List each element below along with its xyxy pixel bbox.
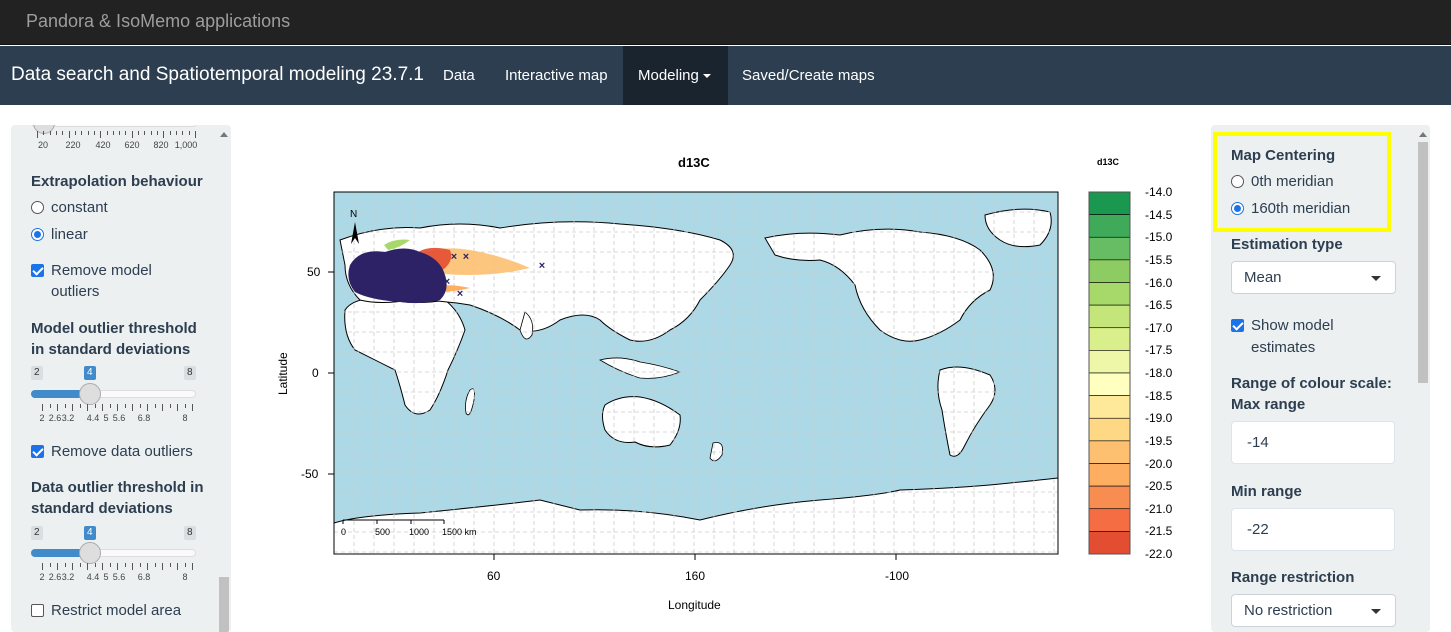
legend-swatch: [1088, 350, 1131, 374]
data-point-marker: ×: [463, 251, 469, 263]
y-tick-label: 0: [312, 366, 319, 380]
legend-label: -21.0: [1145, 501, 1173, 516]
legend-swatch: [1088, 214, 1131, 238]
north-arrow-label: N: [350, 209, 357, 220]
legend-swatch: [1088, 372, 1131, 396]
legend-label: -17.0: [1145, 320, 1173, 335]
legend-swatch: [1088, 463, 1131, 487]
data-point-marker: ×: [457, 288, 463, 300]
x-tick-label: 60: [487, 569, 501, 583]
data-point-marker: ×: [407, 289, 413, 301]
legend-label: -14.5: [1145, 207, 1173, 222]
legend-label: -18.0: [1145, 366, 1173, 380]
show-model-estimates-checkbox[interactable]: [1231, 319, 1244, 332]
legend-label: -20.5: [1145, 479, 1173, 494]
x-axis-label: Longitude: [668, 598, 721, 612]
max-range-input[interactable]: -14: [1231, 421, 1395, 464]
map-centering-highlight: [1213, 132, 1391, 232]
estimation-type-label: Estimation type: [1231, 236, 1343, 253]
scale-bar-label: 1500 km: [442, 527, 477, 537]
range-restriction-value: No restriction: [1244, 602, 1333, 619]
legend-label: -15.5: [1145, 252, 1173, 267]
max-range-label: Max range: [1231, 396, 1306, 413]
x-tick-label: 160: [685, 569, 706, 583]
range-restriction-label: Range restriction: [1231, 569, 1355, 586]
legend-label: -19.0: [1145, 411, 1173, 426]
legend-label: -22.0: [1145, 547, 1173, 561]
legend-label: -15.0: [1145, 230, 1173, 245]
legend-label: -19.5: [1145, 433, 1173, 448]
dropdown-arrow-icon: [1371, 276, 1381, 281]
scale-bar-label: 1000: [409, 527, 429, 537]
show-model-estimates-label[interactable]: Show model: [1251, 315, 1334, 336]
legend-swatch: [1088, 485, 1131, 510]
y-axis-label: Latitude: [276, 352, 290, 395]
y-tick-label: -50: [301, 467, 319, 481]
min-range-label: Min range: [1231, 483, 1302, 500]
legend-swatch: [1088, 395, 1131, 419]
legend-swatch: [1088, 259, 1131, 283]
right-scrollbar[interactable]: [1416, 125, 1430, 632]
estimation-type-select[interactable]: Mean: [1231, 261, 1396, 294]
min-range-input[interactable]: -22: [1231, 508, 1395, 551]
legend-label: -16.5: [1145, 298, 1173, 313]
scale-bar-label: 500: [375, 527, 390, 537]
legend-swatch: [1088, 531, 1131, 555]
legend-label: -20.0: [1145, 456, 1173, 471]
dropdown-arrow-icon: [1371, 609, 1381, 614]
y-tick-label: 50: [307, 265, 321, 279]
scale-bar-label: 0: [341, 527, 346, 537]
data-point-marker: ×: [539, 260, 545, 272]
show-model-estimates-label-2[interactable]: estimates: [1251, 337, 1315, 358]
legend-swatch: [1088, 304, 1131, 329]
legend-swatch: [1088, 282, 1131, 306]
x-tick-label: -100: [885, 569, 910, 583]
data-point-marker: ×: [451, 251, 457, 263]
legend-swatch: [1088, 327, 1131, 351]
legend-label: -17.5: [1145, 343, 1173, 358]
right-scrollbar-thumb[interactable]: [1418, 142, 1428, 383]
colour-scale-label: Range of colour scale:: [1231, 375, 1392, 392]
legend-label: -18.5: [1145, 388, 1173, 403]
range-restriction-select[interactable]: No restriction: [1231, 594, 1396, 627]
legend-swatch: [1088, 417, 1131, 442]
data-point-marker: ×: [444, 276, 450, 288]
legend-swatch: [1088, 440, 1131, 464]
estimation-type-value: Mean: [1244, 269, 1282, 286]
legend-swatch: [1088, 191, 1131, 215]
legend-label: -16.0: [1145, 275, 1173, 290]
legend-swatch: [1088, 236, 1131, 261]
scroll-up-icon[interactable]: [1419, 132, 1427, 137]
legend-label: -21.5: [1145, 524, 1173, 539]
legend-label: -14.0: [1145, 185, 1173, 199]
legend-swatch: [1088, 508, 1131, 532]
